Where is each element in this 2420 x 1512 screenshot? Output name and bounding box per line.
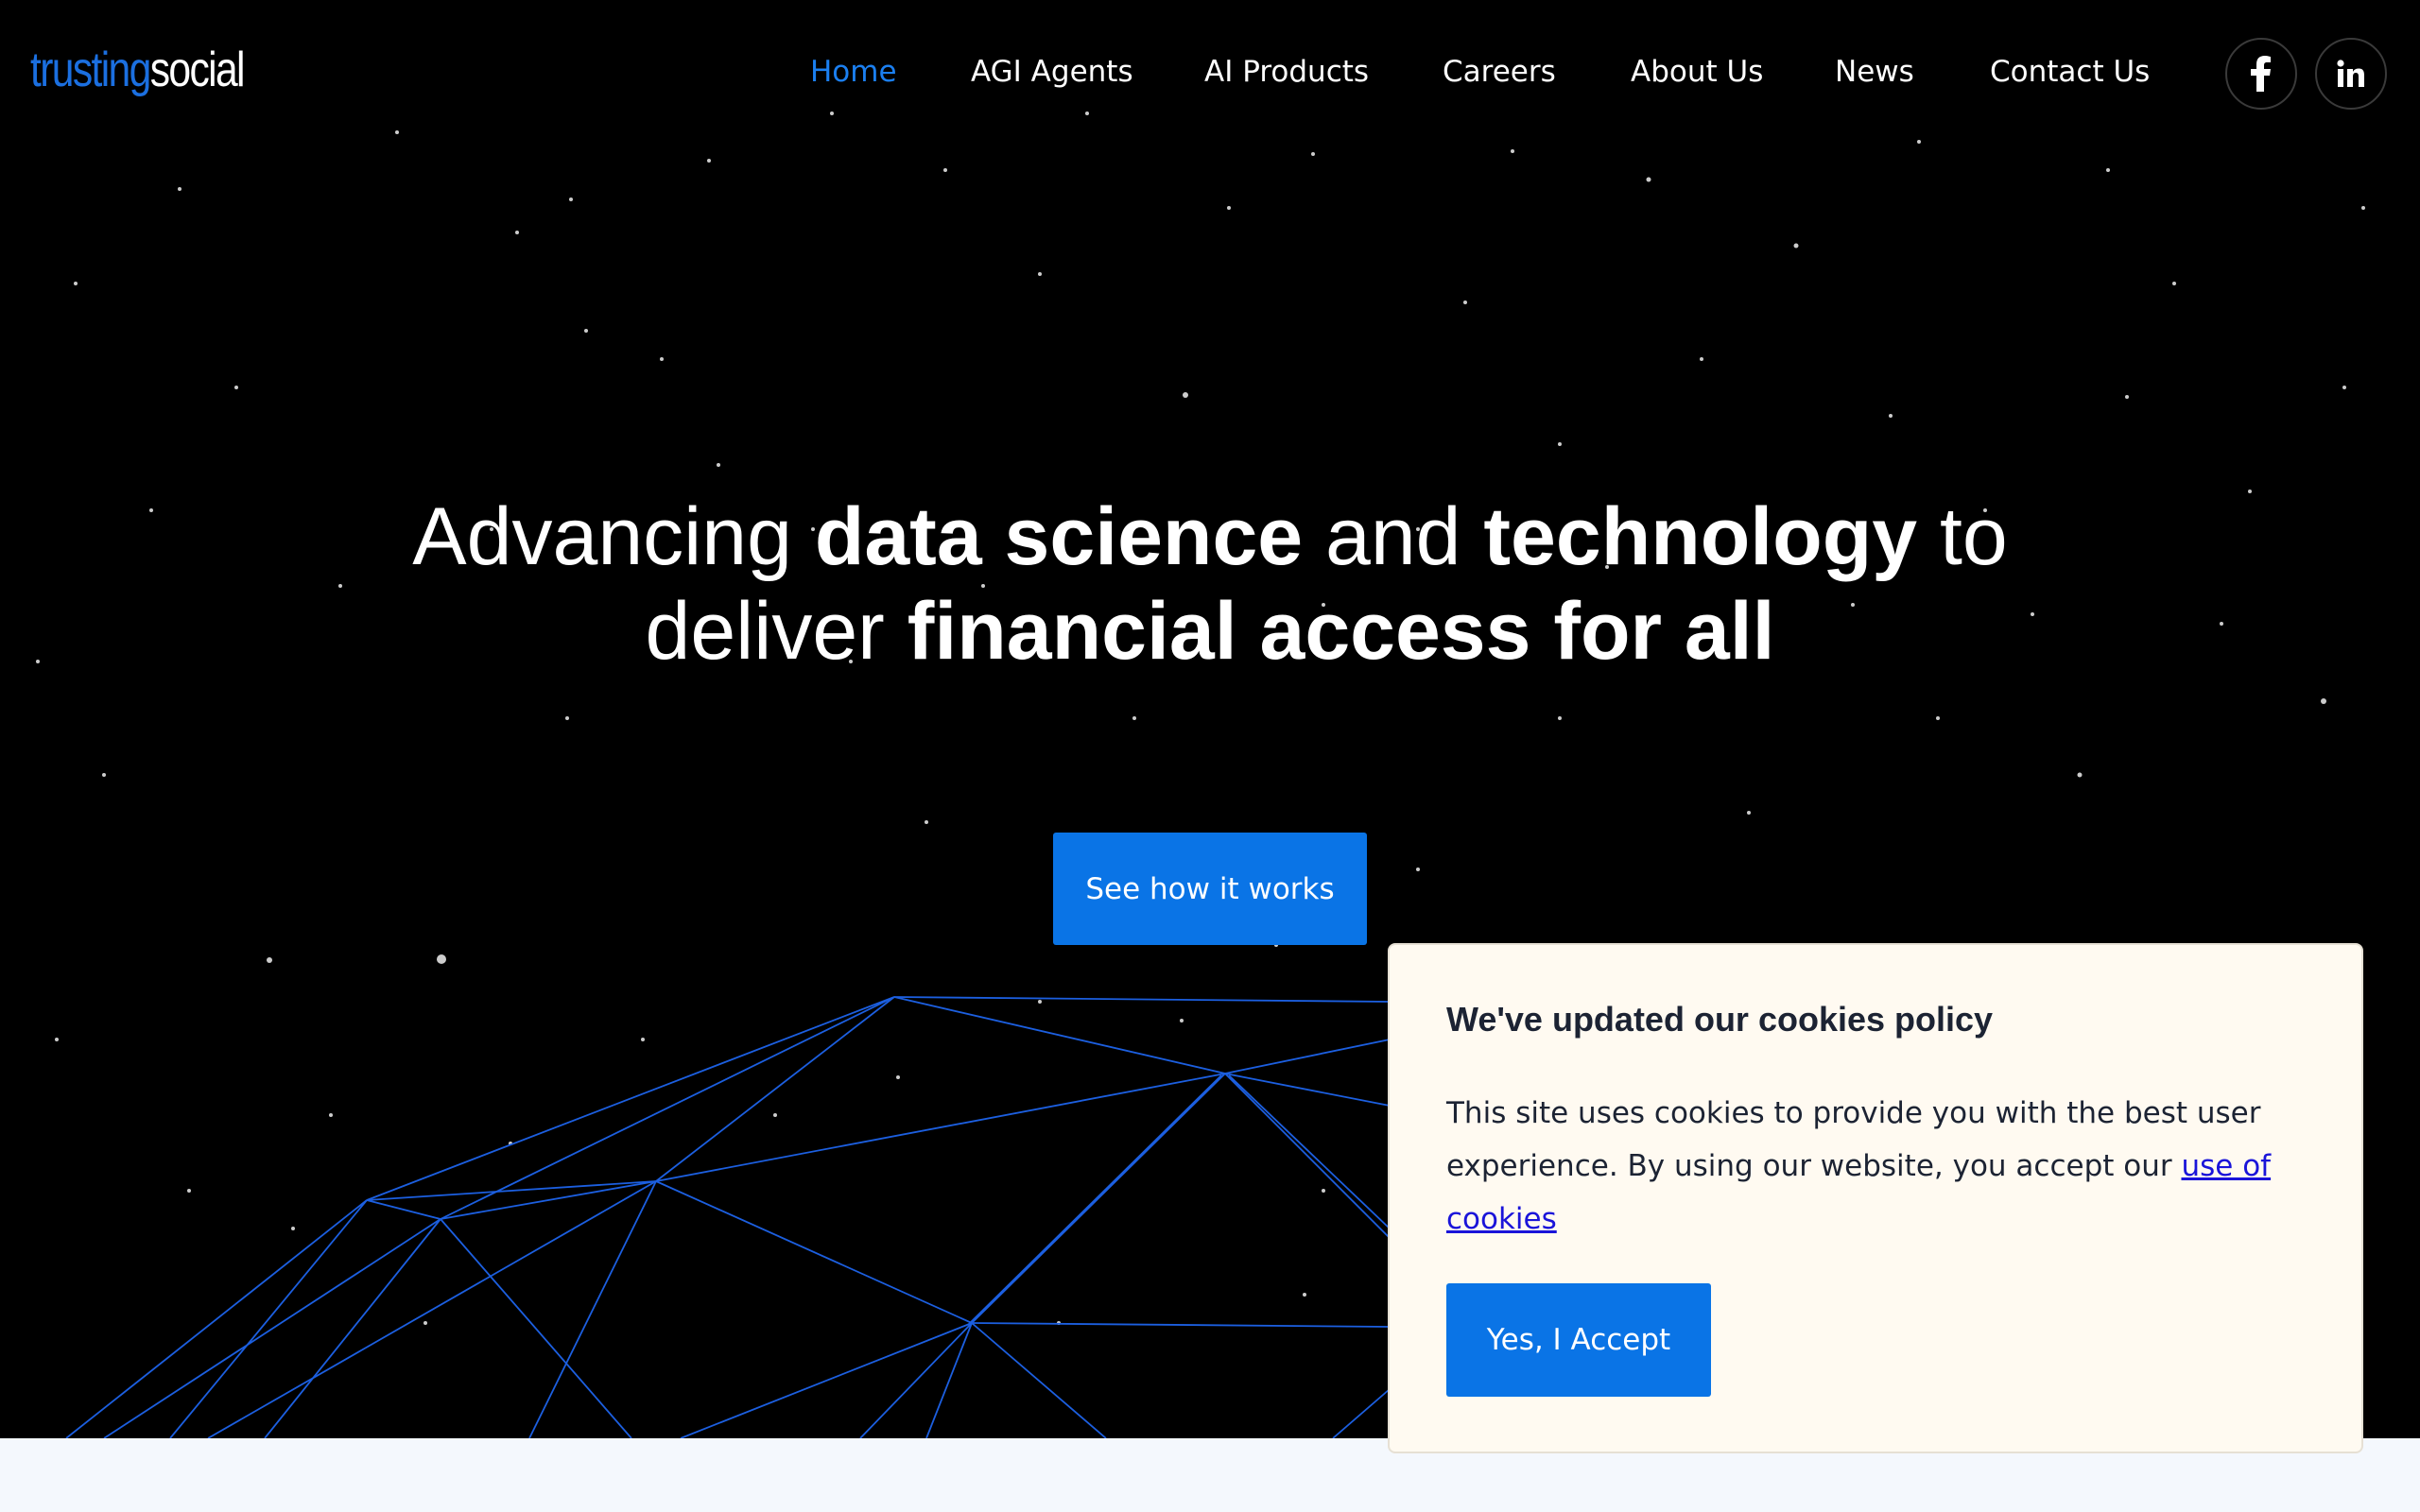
hero-headline: Advancing data science and technology to… [0, 490, 2420, 679]
linkedin-button[interactable] [2315, 38, 2387, 110]
headline-text: Advancing [412, 491, 815, 582]
facebook-icon [2251, 56, 2271, 92]
cookie-message: This site uses cookies to provide you wi… [1446, 1096, 2261, 1183]
headline-text: to [1917, 491, 2008, 582]
logo-text-trusting: trusting [30, 43, 151, 97]
facebook-button[interactable] [2225, 38, 2297, 110]
headline-bold-text: data science [814, 491, 1304, 582]
logo-text-social: social [149, 43, 246, 97]
headline-text: and [1303, 491, 1484, 582]
accept-cookies-button[interactable]: Yes, I Accept [1446, 1283, 1711, 1397]
cookie-title: We've updated our cookies policy [1446, 1000, 1994, 1039]
linkedin-icon [2337, 60, 2364, 87]
nav-careers[interactable]: Careers [1443, 55, 1556, 89]
cookie-banner: We've updated our cookies policy This si… [1388, 943, 2363, 1453]
trustingsocial-logo[interactable]: trustingsocial [30, 42, 246, 98]
headline-line-2: deliver financial access for all [0, 584, 2420, 679]
headline-bold-text: technology [1483, 491, 1918, 582]
headline-text: deliver [645, 586, 908, 677]
nav-contact-us[interactable]: Contact Us [1990, 55, 2150, 89]
nav-about-us[interactable]: About Us [1631, 55, 1763, 89]
nav-home[interactable]: Home [810, 55, 897, 89]
cookie-text: This site uses cookies to provide you wi… [1446, 1087, 2297, 1246]
nav-news[interactable]: News [1835, 55, 1914, 89]
headline-line-1: Advancing data science and technology to [0, 490, 2420, 584]
nav-agi-agents[interactable]: AGI Agents [971, 55, 1133, 89]
see-how-it-works-button[interactable]: See how it works [1053, 833, 1367, 945]
nav-ai-products[interactable]: AI Products [1204, 55, 1369, 89]
headline-bold-text: financial access for all [907, 586, 1775, 677]
